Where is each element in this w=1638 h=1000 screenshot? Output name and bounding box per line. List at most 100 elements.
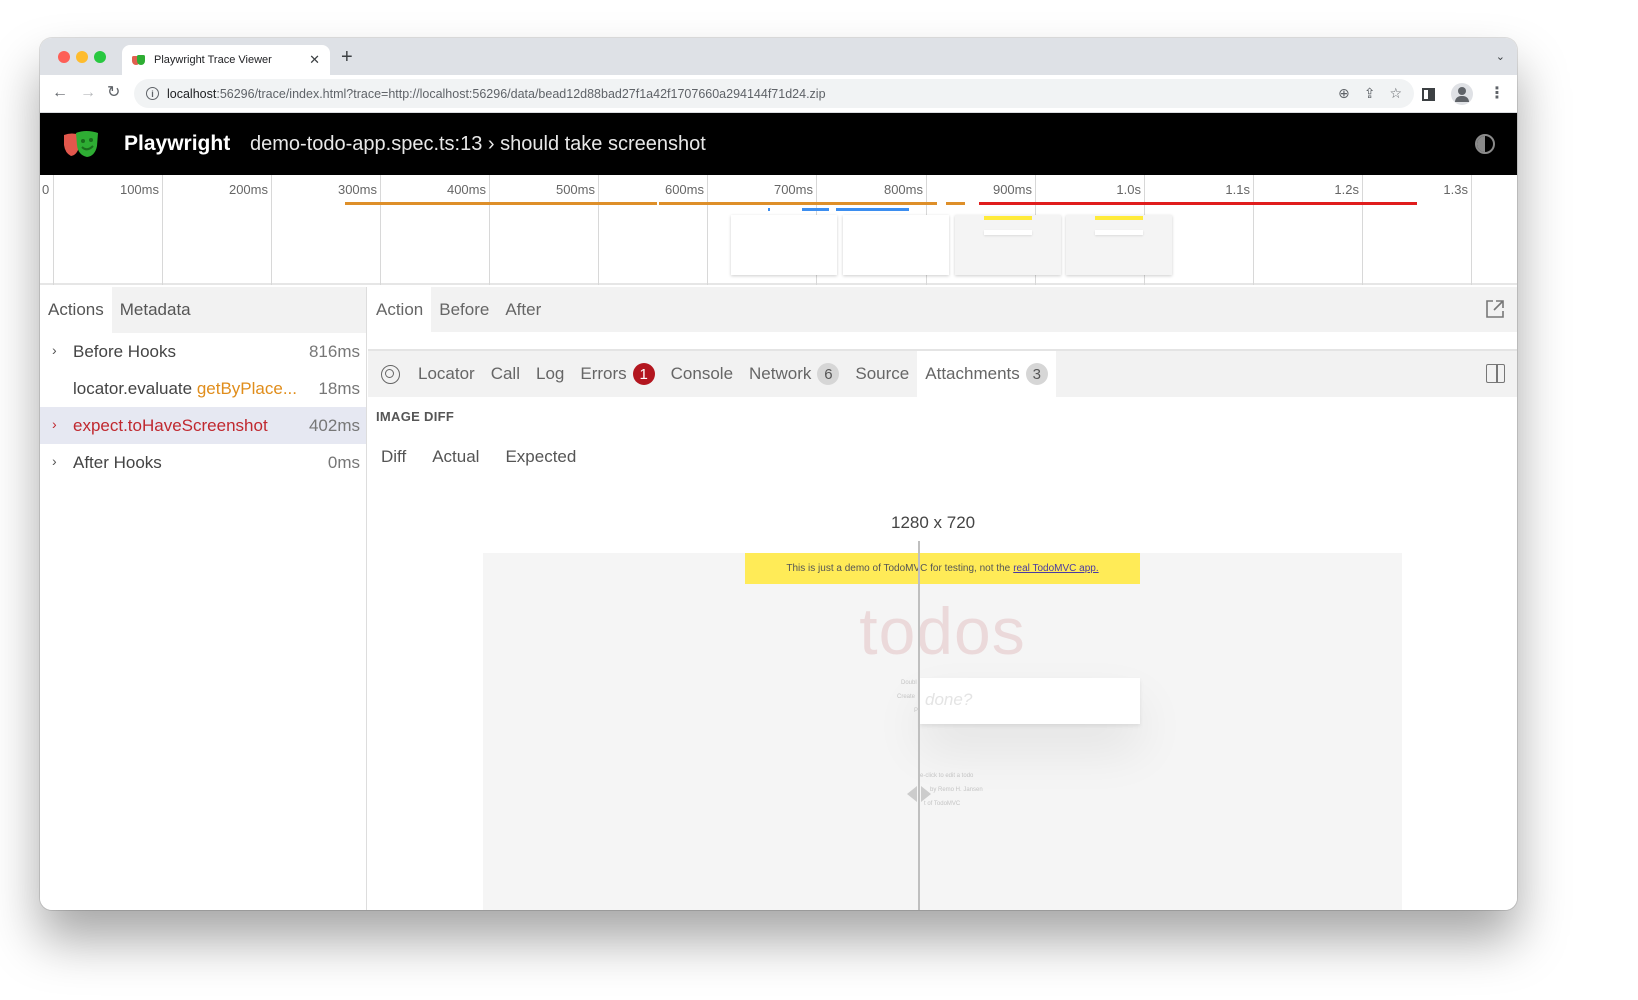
timeline-tick-label: 500ms	[555, 182, 595, 197]
banner-link[interactable]: real TodoMVC app.	[1013, 563, 1098, 574]
tab-locator[interactable]: Locator	[410, 351, 483, 397]
thumbnail-input	[984, 230, 1032, 235]
action-name: Before Hooks	[73, 342, 176, 362]
theme-toggle-icon[interactable]	[1475, 134, 1495, 154]
site-info-icon[interactable]: i	[146, 87, 159, 100]
timeline-action-bar[interactable]	[946, 202, 965, 205]
action-name: locator.evaluate getByPlace...	[73, 379, 297, 399]
tab-errors[interactable]: Errors 1	[572, 351, 662, 397]
diff-tab-diff[interactable]: Diff	[381, 447, 406, 467]
action-title: After Hooks	[73, 453, 162, 472]
thumbnail-banner	[984, 216, 1032, 220]
toggle-layout-icon[interactable]	[1486, 364, 1505, 383]
tab-attachments[interactable]: Attachments 3	[917, 351, 1056, 397]
new-todo-input: done?	[920, 678, 1140, 724]
timeline-tick-label: 300ms	[337, 182, 377, 197]
tab-label: Locator	[418, 364, 475, 383]
timeline-action-bar[interactable]	[768, 208, 770, 211]
timeline-action-bar[interactable]	[836, 208, 909, 211]
minimize-window-button[interactable]	[76, 51, 88, 63]
playwright-favicon-icon	[132, 54, 146, 66]
diff-screenshot: This is just a demo of TodoMVC for testi…	[483, 553, 1402, 910]
action-duration: 402ms	[308, 416, 360, 435]
side-panel-icon[interactable]	[1422, 87, 1435, 101]
timeline-gridline	[53, 175, 54, 285]
timeline-screenshot-thumbnail[interactable]	[843, 215, 949, 275]
tab-search-chevron-icon[interactable]: ⌄	[1496, 50, 1505, 63]
count-badge: 3	[1025, 363, 1048, 385]
timeline-tick-label: 1.3s	[1443, 182, 1468, 197]
open-snapshot-new-window-icon[interactable]	[1485, 299, 1505, 319]
tab-network[interactable]: Network 6	[741, 351, 847, 397]
tab-label: Attachments	[925, 364, 1020, 383]
reload-button[interactable]: ↻	[107, 84, 120, 102]
share-icon[interactable]: ⇪	[1364, 85, 1376, 102]
tab-source[interactable]: Source	[847, 351, 917, 397]
timeline-screenshot-thumbnail[interactable]	[731, 215, 837, 275]
zoom-icon[interactable]: ⊕	[1338, 85, 1350, 102]
address-bar[interactable]: i localhost:56296/trace/index.html?trace…	[134, 79, 1414, 108]
timeline-tick-label: 100ms	[119, 182, 159, 197]
action-selector: getByPlace...	[196, 379, 297, 398]
timeline-tick-label: 900ms	[992, 182, 1032, 197]
new-tab-button[interactable]: +	[341, 47, 353, 67]
tab-metadata[interactable]: Metadata	[112, 287, 199, 333]
action-item[interactable]: › expect.toHaveScreenshot 402ms	[40, 407, 366, 444]
timeline[interactable]: 0 100ms 200ms 300ms 400ms 500ms 600ms 700ms 800m…	[40, 175, 1517, 285]
chevron-right-icon[interactable]: ›	[52, 453, 57, 469]
diff-slider-line[interactable]	[918, 541, 920, 910]
action-item[interactable]: locator.evaluate getByPlace... 18ms	[40, 370, 366, 407]
tab-close-icon[interactable]: ✕	[309, 52, 320, 68]
tab-title: Playwright Trace Viewer	[154, 54, 272, 66]
action-title: expect.toHaveScreenshot	[73, 416, 268, 435]
timeline-gridline	[489, 175, 490, 285]
diff-tab-expected[interactable]: Expected	[505, 447, 576, 467]
timeline-gridline	[380, 175, 381, 285]
timeline-gridline	[598, 175, 599, 285]
todos-heading: todos	[859, 594, 1026, 668]
tab-before[interactable]: Before	[431, 287, 497, 332]
timeline-screenshot-thumbnail[interactable]	[955, 215, 1061, 275]
browser-menu-icon[interactable]: ⋮	[1489, 86, 1505, 102]
pick-locator-button[interactable]	[370, 364, 410, 384]
hint-left-1: Doubl	[901, 680, 917, 686]
timeline-action-bar[interactable]	[979, 202, 1417, 205]
timeline-tick-label: 400ms	[446, 182, 486, 197]
back-button[interactable]: ←	[52, 84, 68, 102]
timeline-tick-label: 200ms	[228, 182, 268, 197]
action-name: expect.toHaveScreenshot	[73, 416, 268, 436]
action-list: › Before Hooks 816ms locator.evaluate getBy…	[40, 333, 366, 481]
tab-after[interactable]: After	[497, 287, 549, 332]
tab-log[interactable]: Log	[528, 351, 572, 397]
timeline-action-bar[interactable]	[659, 202, 937, 205]
banner-text: This is just a demo of TodoMVC for testi…	[786, 563, 1011, 574]
chevron-right-icon[interactable]: ›	[52, 416, 57, 432]
timeline-gridline	[1362, 175, 1363, 285]
bookmark-star-icon[interactable]: ☆	[1389, 85, 1402, 102]
chevron-right-icon[interactable]: ›	[52, 342, 57, 358]
timeline-tick-label: 1.1s	[1225, 182, 1250, 197]
actions-panel-tabs: Actions Metadata	[40, 287, 366, 333]
timeline-action-bar[interactable]	[802, 208, 829, 211]
actions-panel: Actions Metadata › Before Hooks 816ms locato…	[40, 287, 367, 910]
browser-tab[interactable]: Playwright Trace Viewer ✕	[122, 45, 330, 75]
profile-avatar-icon[interactable]	[1451, 83, 1473, 105]
action-item[interactable]: › After Hooks 0ms	[40, 444, 366, 481]
timeline-screenshot-thumbnail[interactable]	[1066, 215, 1172, 275]
action-item[interactable]: › Before Hooks 816ms	[40, 333, 366, 370]
maximize-window-button[interactable]	[94, 51, 106, 63]
tab-console[interactable]: Console	[663, 351, 741, 397]
timeline-action-bar[interactable]	[345, 202, 657, 205]
count-badge: 1	[632, 363, 655, 385]
timeline-tick-label: 800ms	[883, 182, 923, 197]
forward-button[interactable]: →	[80, 84, 96, 102]
thumbnail-banner	[1095, 216, 1143, 220]
tab-call[interactable]: Call	[483, 351, 528, 397]
tab-actions[interactable]: Actions	[40, 287, 112, 333]
timeline-tick-label: 600ms	[664, 182, 704, 197]
timeline-tick-label: 1.2s	[1334, 182, 1359, 197]
tab-action[interactable]: Action	[368, 287, 432, 332]
diff-tab-actual[interactable]: Actual	[432, 447, 479, 467]
close-window-button[interactable]	[58, 51, 70, 63]
browser-toolbar: ← → ↻ i localhost:56296/trace/index.html…	[40, 75, 1517, 113]
